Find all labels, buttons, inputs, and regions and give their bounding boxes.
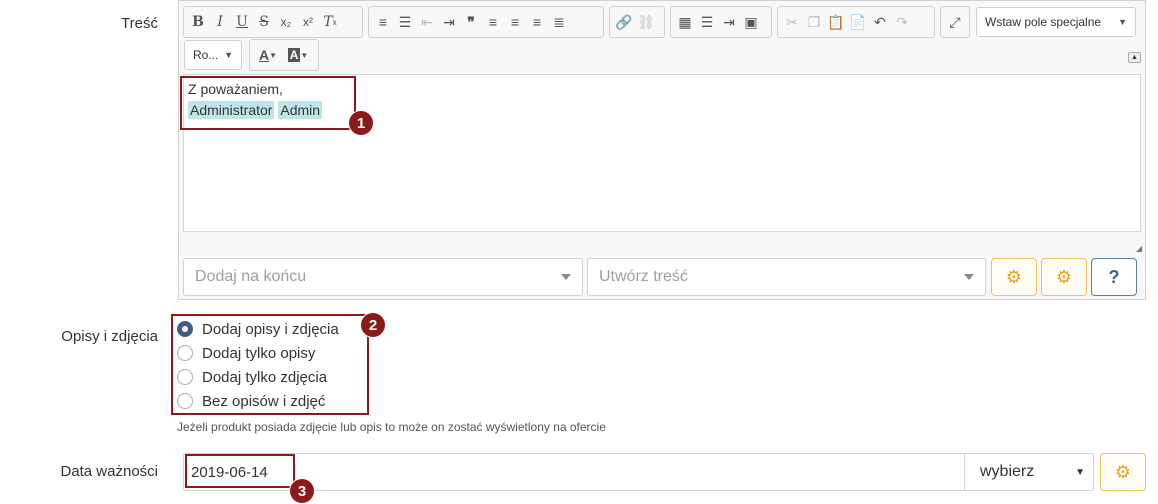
copy-icon[interactable]: ❐ (803, 10, 825, 34)
advanced-settings-button[interactable]: ⚙ (1041, 258, 1087, 296)
blockquote-icon[interactable]: ❞ (460, 10, 482, 34)
color-group: A ▼ A ▼ (249, 39, 319, 71)
link-group: 🔗 ⛓ (609, 6, 665, 38)
expiry-label: Data ważności (60, 463, 158, 480)
align-center-icon[interactable]: ≡ (504, 10, 526, 34)
paste-text-icon[interactable]: 📄 (847, 10, 869, 34)
maximize-icon[interactable]: ⤢ (944, 10, 966, 34)
insert-group: ▦ ☰ ⇥ ▣ (670, 6, 772, 38)
caret-down-icon (561, 274, 571, 280)
image-icon[interactable]: ▣ (740, 10, 762, 34)
gear-icon: ⚙ (1005, 266, 1023, 287)
bold-button[interactable]: B (187, 10, 209, 34)
create-content-select[interactable]: Utwórz treść (587, 258, 986, 296)
content-label: Treść (121, 15, 158, 32)
align-right-icon[interactable]: ≡ (526, 10, 548, 34)
date-select-label: wybierz (980, 463, 1035, 480)
font-select[interactable]: Ro... ▼ (184, 40, 242, 70)
descriptions-label: Opisy i zdjęcia (61, 328, 158, 345)
settings-button[interactable]: ⚙ (991, 258, 1037, 296)
date-settings-button[interactable]: ⚙ (1100, 453, 1146, 491)
chevron-down-icon: ▼ (1118, 17, 1127, 27)
redo-icon[interactable]: ↷ (891, 10, 913, 34)
question-icon: ? (1108, 266, 1120, 287)
remove-format-button[interactable]: Tx (319, 10, 341, 34)
append-select[interactable]: Dodaj na końcu (183, 258, 583, 296)
font-label: Ro... (193, 48, 219, 62)
numbered-list-icon[interactable]: ≡ (372, 10, 394, 34)
caret-down-icon (964, 274, 974, 280)
callout-box-3 (185, 454, 295, 488)
help-button[interactable]: ? (1091, 258, 1137, 296)
bulleted-list-icon[interactable]: ☰ (394, 10, 416, 34)
text-color-button[interactable]: A ▼ (253, 43, 283, 67)
callout-badge-3: 3 (289, 478, 315, 504)
gears-icon: ⚙ (1114, 461, 1132, 482)
chevron-down-icon: ▼ (224, 50, 233, 60)
collapse-toolbar-button[interactable]: ▲ (1128, 52, 1141, 63)
bg-color-button[interactable]: A ▼ (283, 43, 313, 67)
link-icon[interactable]: 🔗 (613, 10, 635, 34)
chevron-down-icon: ▼ (1075, 466, 1085, 478)
table-icon[interactable]: ▦ (674, 10, 696, 34)
page-break-icon[interactable]: ⇥ (718, 10, 740, 34)
align-left-icon[interactable]: ≡ (482, 10, 504, 34)
callout-box-1 (180, 76, 356, 130)
format-group: B I U S x₂ x² Tx (183, 6, 363, 38)
superscript-button[interactable]: x² (297, 10, 319, 34)
gears-icon: ⚙ (1055, 266, 1073, 287)
align-justify-icon[interactable]: ≣ (548, 10, 570, 34)
indent-icon[interactable]: ⇥ (438, 10, 460, 34)
text-color-icon: A (258, 47, 270, 63)
clipboard-group: ✂ ❐ 📋 📄 ↶ ↷ (777, 6, 935, 38)
paste-icon[interactable]: 📋 (825, 10, 847, 34)
bg-color-icon: A (287, 48, 301, 62)
special-field-label: Wstaw pole specjalne (985, 15, 1102, 29)
maximize-group: ⤢ (940, 6, 970, 38)
create-placeholder: Utwórz treść (599, 268, 688, 285)
resize-handle-icon[interactable]: ◢ (1136, 244, 1142, 253)
italic-button[interactable]: I (209, 10, 231, 34)
date-choose-select[interactable]: wybierz ▼ (964, 453, 1094, 491)
outdent-icon[interactable]: ⇤ (416, 10, 438, 34)
strikethrough-button[interactable]: S (253, 10, 275, 34)
callout-box-2 (171, 314, 369, 415)
undo-icon[interactable]: ↶ (869, 10, 891, 34)
descriptions-hint: Jeżeli produkt posiada zdjęcie lub opis … (177, 420, 606, 434)
append-placeholder: Dodaj na końcu (195, 268, 307, 285)
callout-badge-2: 2 (360, 312, 386, 338)
underline-button[interactable]: U (231, 10, 253, 34)
special-field-select[interactable]: Wstaw pole specjalne ▼ (976, 7, 1136, 37)
unlink-icon[interactable]: ⛓ (635, 10, 657, 34)
horizontal-line-icon[interactable]: ☰ (696, 10, 718, 34)
callout-badge-1: 1 (348, 110, 374, 136)
cut-icon[interactable]: ✂ (781, 10, 803, 34)
paragraph-group: ≡ ☰ ⇤ ⇥ ❞ ≡ ≡ ≡ ≣ (368, 6, 604, 38)
subscript-button[interactable]: x₂ (275, 10, 297, 34)
